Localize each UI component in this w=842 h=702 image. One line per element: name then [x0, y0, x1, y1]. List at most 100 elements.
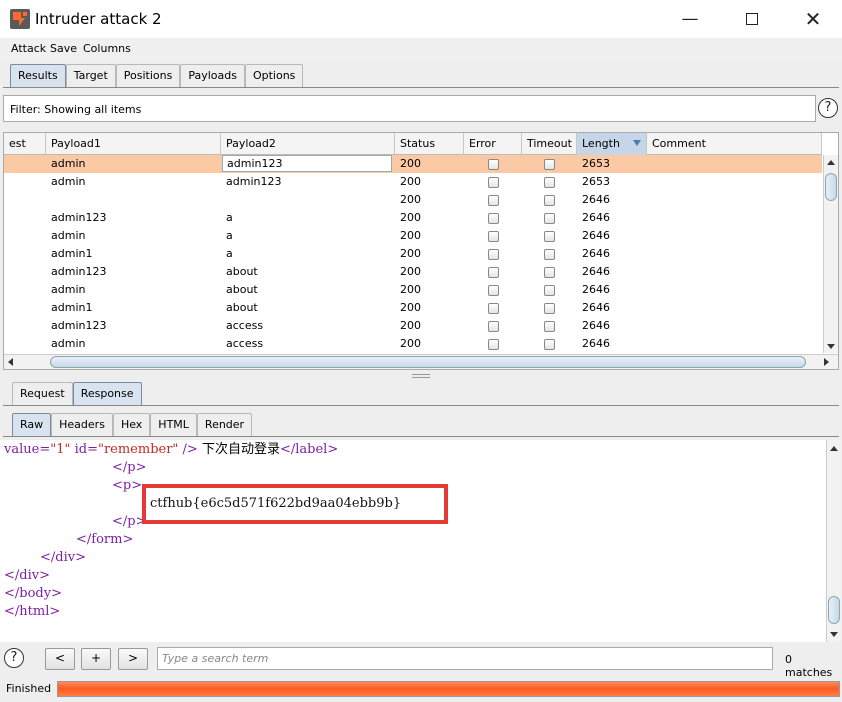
table-row[interactable]: admin admin123 200 2653 [4, 173, 822, 191]
match-count: 0 matches [785, 653, 833, 679]
cell-length: 2646 [582, 283, 610, 296]
table-row[interactable]: admin123 access 200 2646 [4, 317, 822, 335]
response-scroll-down-icon[interactable] [830, 632, 838, 637]
tab-options[interactable]: Options [244, 64, 304, 87]
cell-payload2 [222, 191, 392, 209]
cell-status: 200 [400, 337, 421, 350]
table-row[interactable]: admin123 about 200 2646 [4, 263, 822, 281]
menu-columns[interactable]: Columns [83, 42, 131, 55]
status-text: Finished [6, 682, 52, 695]
cell-length: 2646 [582, 265, 610, 278]
help-icon[interactable]: ? [818, 98, 838, 118]
menu-attack[interactable]: Attack [11, 42, 46, 55]
cell-status: 200 [400, 193, 421, 206]
burp-logo-icon [10, 9, 30, 29]
tab-response[interactable]: Response [72, 382, 142, 405]
response-scroll-thumb[interactable] [828, 596, 840, 624]
cell-payload2: a [226, 211, 233, 224]
tab-render[interactable]: Render [196, 413, 253, 436]
table-row[interactable]: admin123 a 200 2646 [4, 209, 822, 227]
checkbox-timeout [544, 195, 555, 206]
checkbox-error [488, 177, 499, 188]
tab-target[interactable]: Target [65, 64, 116, 87]
scroll-down-icon[interactable] [827, 344, 835, 349]
hscroll-thumb[interactable] [50, 356, 806, 368]
cell-status: 200 [400, 319, 421, 332]
cell-status: 200 [400, 175, 421, 188]
table-vertical-scrollbar[interactable] [823, 155, 838, 353]
response-raw-view[interactable]: value="1" id="remember" /> 下次自动登录</label… [0, 440, 826, 642]
cell-length: 2646 [582, 337, 610, 350]
scroll-left-icon[interactable] [8, 358, 13, 366]
tab-hex[interactable]: Hex [112, 413, 151, 436]
table-row[interactable]: admin1 about 200 2646 [4, 299, 822, 317]
cell-status: 200 [400, 265, 421, 278]
scroll-thumb[interactable] [825, 173, 837, 201]
cell-payload2: access [226, 337, 264, 350]
close-icon: ✕ [804, 7, 822, 31]
table-row[interactable]: admin1 a 200 2646 [4, 245, 822, 263]
tab-positions[interactable]: Positions [115, 64, 181, 87]
column-header-payload2[interactable]: Payload2 [221, 133, 395, 155]
cell-payload1: admin1 [51, 301, 93, 314]
tab-results[interactable]: Results [10, 64, 66, 87]
scroll-right-icon[interactable] [824, 358, 829, 366]
checkbox-timeout [544, 231, 555, 242]
column-header-error[interactable]: Error [464, 133, 522, 155]
response-vertical-scrollbar[interactable] [826, 440, 841, 642]
code-line-7: </div> [4, 568, 50, 583]
menu-bar: Attack Save Columns [0, 38, 842, 60]
checkbox-timeout [544, 267, 555, 278]
column-header-status[interactable]: Status [395, 133, 464, 155]
search-next-button[interactable]: > [118, 648, 148, 670]
column-header-timeout[interactable]: Timeout [522, 133, 577, 155]
checkbox-error [488, 339, 499, 350]
cell-payload1 [47, 191, 222, 209]
table-row[interactable]: admin about 200 2646 [4, 281, 822, 299]
cell-payload1: admin1 [51, 247, 93, 260]
table-row[interactable]: admin access 200 2646 [4, 335, 822, 353]
minimize-icon: — [681, 9, 699, 29]
table-header: est Payload1 Payload2 Status Error Timeout Len… [4, 133, 822, 155]
table-row[interactable]: admin a 200 2646 [4, 227, 822, 245]
cell-payload1: admin [51, 175, 86, 188]
checkbox-timeout [544, 213, 555, 224]
menu-save[interactable]: Save [50, 42, 77, 55]
cell-comment [648, 209, 823, 227]
cell-payload1: admin [51, 229, 86, 242]
search-help-icon[interactable]: ? [4, 648, 24, 668]
tab-html[interactable]: HTML [150, 413, 197, 436]
cell-length: 2646 [582, 211, 610, 224]
table-row[interactable]: 200 2646 [4, 191, 822, 209]
search-bar: ? < + > Type a search term 0 matches [0, 642, 842, 679]
cell-comment [648, 155, 823, 173]
column-header-est[interactable]: est [4, 133, 46, 155]
cell-payload2: access [226, 319, 264, 332]
close-button[interactable]: ✕ [790, 6, 836, 34]
search-input[interactable]: Type a search term [157, 647, 773, 670]
filter-bar[interactable]: Filter: Showing all items [3, 95, 816, 122]
scroll-up-icon[interactable] [827, 160, 835, 165]
cell-length: 2653 [582, 157, 610, 170]
column-header-length[interactable]: Length [577, 133, 647, 155]
progress-bar [57, 681, 840, 697]
cell-status: 200 [400, 283, 421, 296]
tab-raw[interactable]: Raw [12, 413, 52, 436]
tab-request[interactable]: Request [12, 382, 73, 405]
cell-length: 2646 [582, 247, 610, 260]
tab-headers[interactable]: Headers [51, 413, 113, 436]
split-pane-divider[interactable] [412, 374, 430, 378]
column-header-payload1[interactable]: Payload1 [46, 133, 221, 155]
table-horizontal-scrollbar[interactable] [4, 354, 838, 369]
column-header-comment[interactable]: Comment [647, 133, 822, 155]
maximize-button[interactable] [729, 6, 775, 34]
table-row[interactable]: admin admin123 200 2653 [4, 155, 822, 173]
checkbox-error [488, 195, 499, 206]
tab-payloads[interactable]: Payloads [180, 64, 245, 87]
cell-payload1: admin123 [51, 265, 107, 278]
search-add-button[interactable]: + [81, 648, 111, 670]
title-bar: Intruder attack 2 — ✕ [0, 0, 842, 38]
response-scroll-up-icon[interactable] [830, 446, 838, 451]
minimize-button[interactable]: — [667, 6, 713, 34]
search-prev-button[interactable]: < [45, 648, 75, 670]
